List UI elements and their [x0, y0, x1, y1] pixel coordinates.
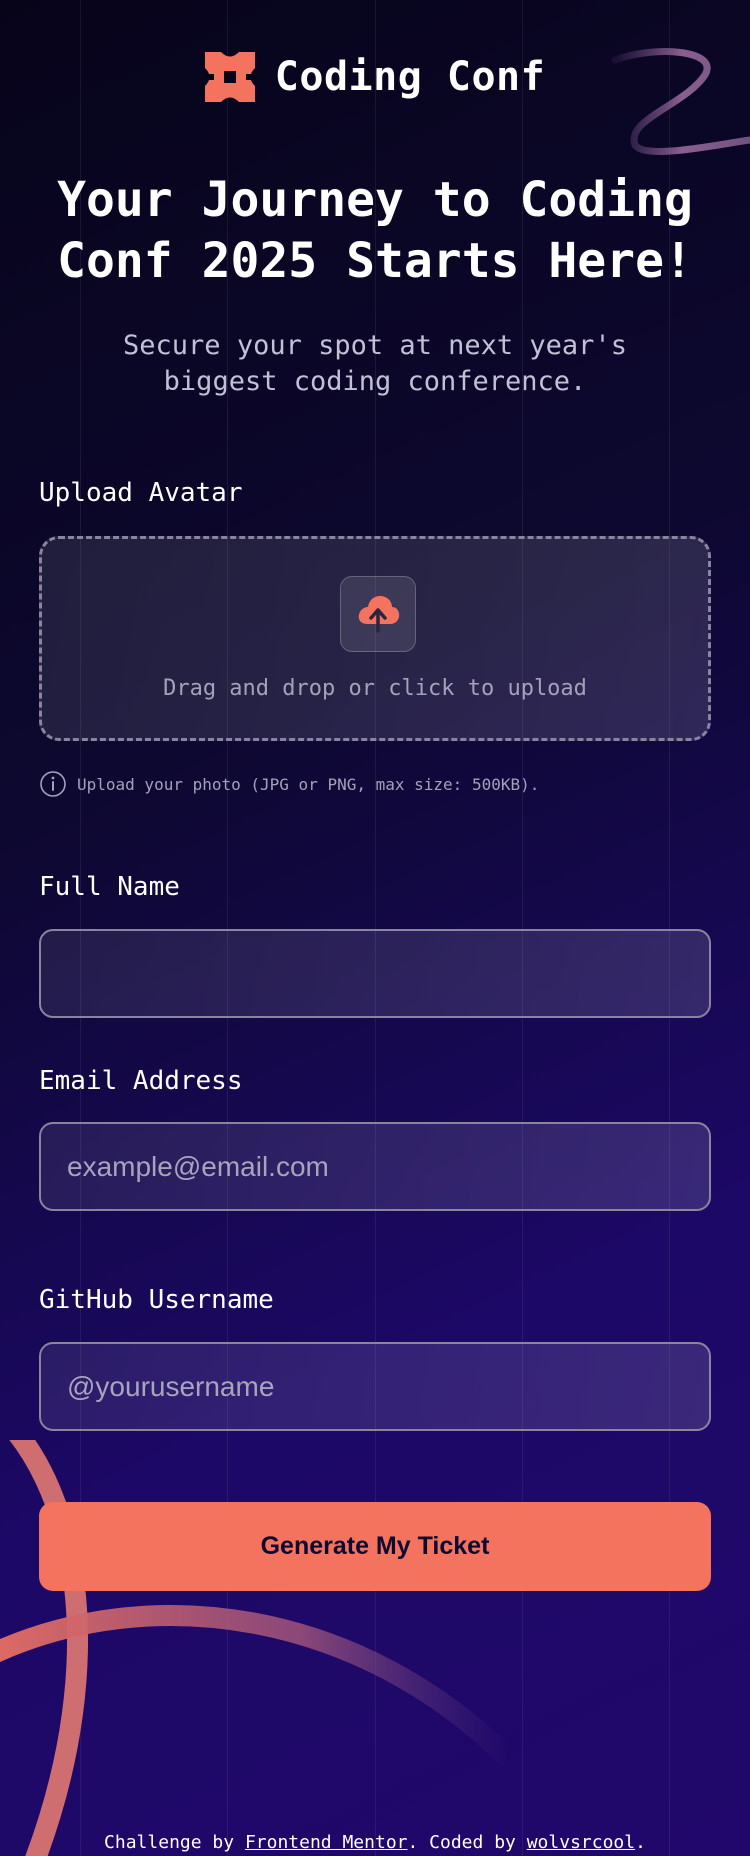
avatar-dropzone[interactable]: Drag and drop or click to upload	[39, 536, 711, 741]
email-label: Email Address	[39, 1066, 243, 1096]
github-label: GitHub Username	[39, 1285, 274, 1315]
avatar-hint-text: Upload your photo (JPG or PNG, max size:…	[77, 774, 540, 794]
email-input[interactable]	[39, 1122, 711, 1211]
full-name-label: Full Name	[39, 872, 180, 902]
info-icon	[40, 771, 66, 797]
cloud-upload-icon	[358, 596, 400, 633]
frontend-mentor-link[interactable]: Frontend Mentor	[245, 1832, 408, 1853]
full-name-input[interactable]	[39, 929, 711, 1018]
dropzone-text: Drag and drop or click to upload	[163, 676, 587, 701]
title-line-2: Conf 2025 Starts Here!	[57, 233, 693, 289]
title-line-1: Your Journey to Coding	[57, 172, 693, 228]
attribution-footer: Challenge by Frontend Mentor. Coded by w…	[0, 1832, 750, 1853]
avatar-hint: Upload your photo (JPG or PNG, max size:…	[39, 770, 539, 798]
page-subtitle: Secure your spot at next year's biggest …	[123, 330, 627, 397]
footer-suffix: .	[635, 1832, 646, 1853]
generate-ticket-button[interactable]: Generate My Ticket	[39, 1502, 711, 1591]
github-username-input[interactable]	[39, 1342, 711, 1431]
coding-conf-logo-icon	[204, 52, 255, 102]
footer-middle: . Coded by	[407, 1832, 527, 1853]
author-link[interactable]: wolvsrcool	[527, 1832, 635, 1853]
upload-icon-button[interactable]	[340, 576, 416, 652]
avatar-label: Upload Avatar	[39, 478, 243, 508]
logo[interactable]: Coding Conf	[39, 52, 711, 102]
page-title: Your Journey to Coding Conf 2025 Starts …	[39, 170, 711, 292]
brand-name: Coding Conf	[274, 54, 546, 100]
footer-prefix: Challenge by	[104, 1832, 245, 1853]
